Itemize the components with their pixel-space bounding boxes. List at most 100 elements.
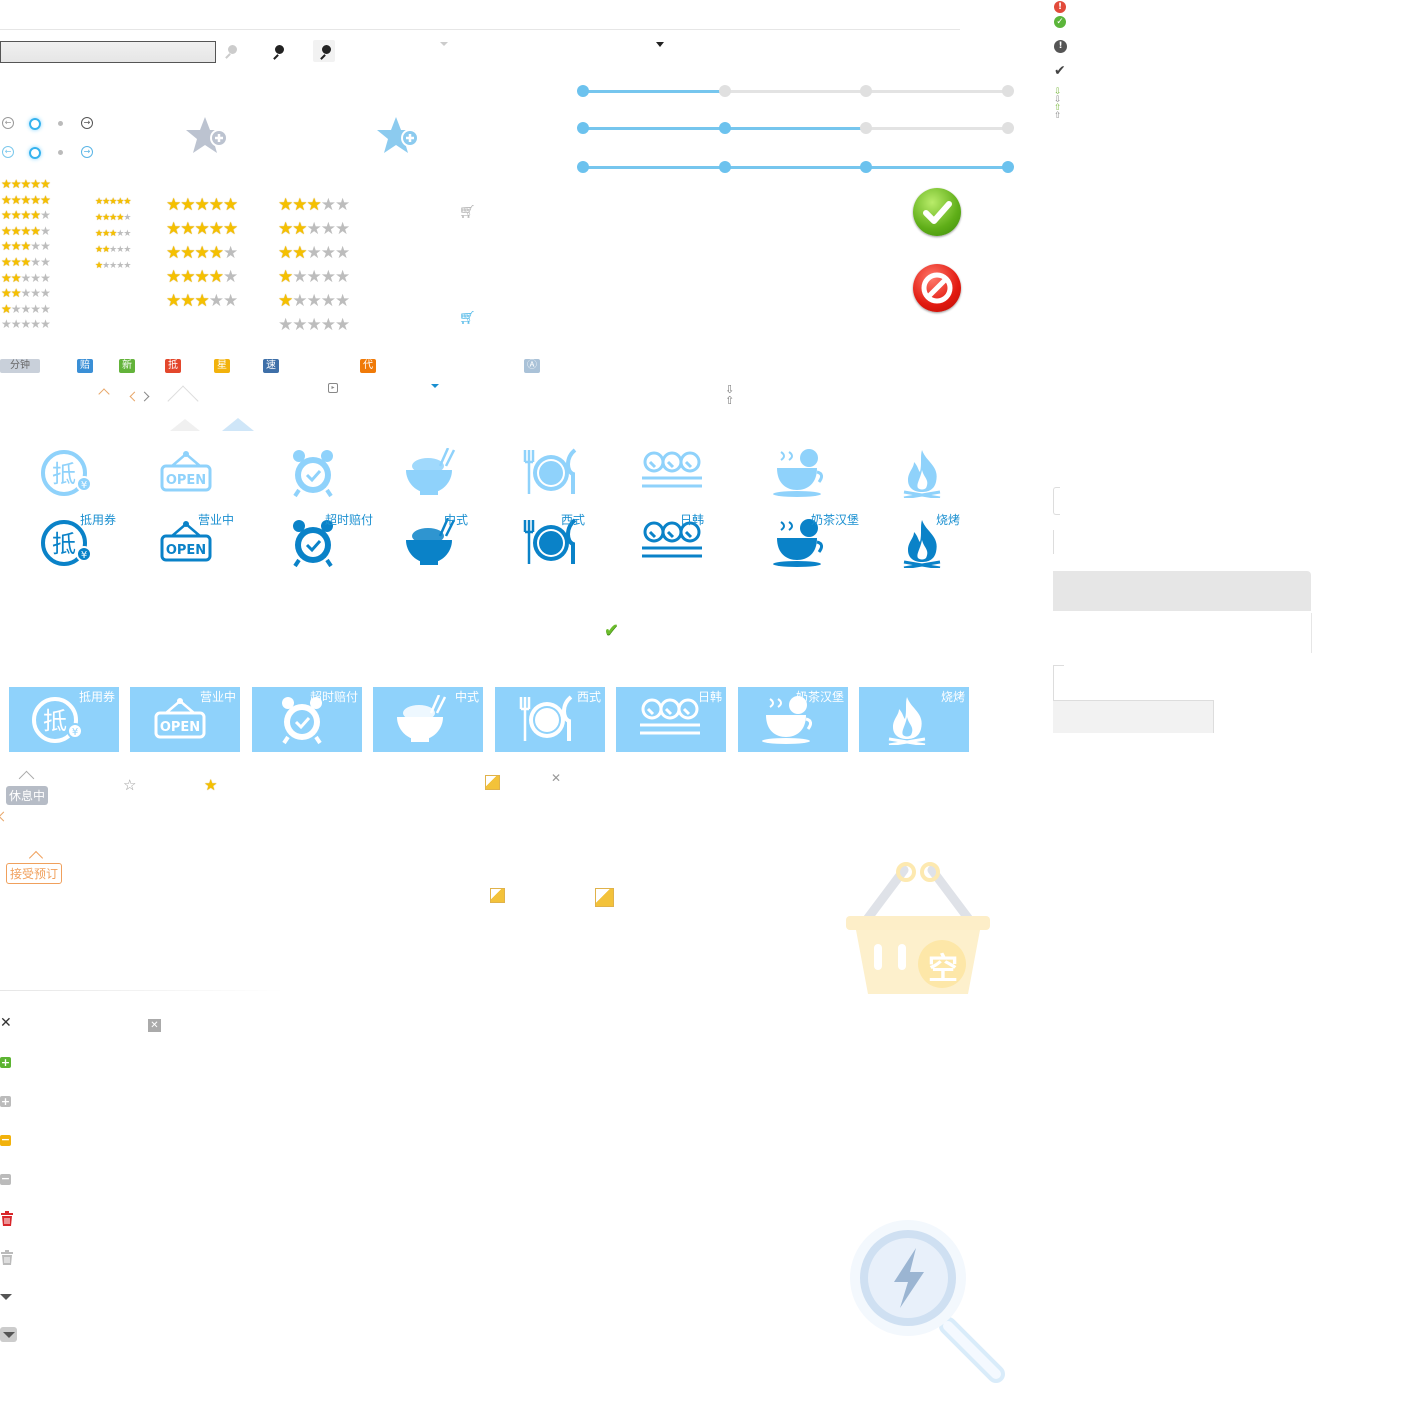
sort-arrows-icon[interactable]: ⇩ ⇩ ⇧ ⇧ <box>1054 88 1062 121</box>
star-rating: ★★★★★ <box>278 243 350 263</box>
empty-basket-icon: 空 <box>840 858 996 1003</box>
cart-icon[interactable]: 🛒︎ <box>459 205 476 220</box>
slider-step[interactable] <box>860 122 872 134</box>
proxy-tag: 代 <box>360 359 376 373</box>
add-icon[interactable]: + <box>0 1096 11 1107</box>
chevron-left-icon[interactable] <box>129 391 140 402</box>
star-icon: ★ <box>320 243 336 263</box>
chevron-left-icon[interactable] <box>0 811 9 822</box>
add-favorite-icon[interactable] <box>376 114 422 163</box>
category-tile[interactable]: 超时赔付 <box>252 687 362 752</box>
star-icon: ★ <box>30 286 41 301</box>
arrow-right-icon[interactable]: → <box>81 146 93 158</box>
category-tile[interactable]: 西式 <box>495 687 605 752</box>
favorite-icon[interactable]: ☆ <box>123 776 136 794</box>
star-icon: ★ <box>320 267 336 287</box>
star-icon: ★ <box>30 270 41 285</box>
chevron-right-icon[interactable] <box>139 391 150 402</box>
note-icon[interactable] <box>595 888 614 907</box>
svg-text:¥: ¥ <box>81 550 87 561</box>
input-box[interactable] <box>1053 700 1214 733</box>
star-icon: ★ <box>180 243 195 263</box>
slider-step[interactable] <box>719 85 731 97</box>
add-icon[interactable]: + <box>0 1057 11 1068</box>
dropdown-arrow-icon[interactable] <box>431 384 439 388</box>
chevron-up-icon[interactable] <box>98 388 110 400</box>
category-tile[interactable]: 营业中 OPEN <box>130 687 240 752</box>
star-icon: ★ <box>1 301 12 316</box>
star-icon: ★ <box>20 301 32 316</box>
star-icon: ★ <box>20 286 32 301</box>
star-rating: ★★★★★ <box>1 317 51 332</box>
star-icon: ★ <box>10 208 22 223</box>
select-box[interactable] <box>1053 665 1064 701</box>
slider-step[interactable] <box>1002 85 1014 97</box>
add-favorite-icon[interactable] <box>185 114 231 163</box>
star-icon: ★ <box>10 317 22 332</box>
search-button[interactable] <box>313 40 335 62</box>
slider-step[interactable] <box>719 161 731 173</box>
play-icon[interactable]: ▸ <box>328 383 338 393</box>
star-icon: ★ <box>1 239 12 254</box>
star-icon: ★ <box>166 195 181 215</box>
search-icon <box>322 45 331 54</box>
close-icon[interactable]: ✕ <box>551 771 561 785</box>
slider-step[interactable] <box>719 122 731 134</box>
arrow-left-icon[interactable]: ← <box>2 117 14 129</box>
category-tile[interactable]: 烧烤 <box>859 687 969 752</box>
category-tile[interactable]: 抵用券 ¥ 抵 <box>9 687 119 752</box>
star-rating: ★★★★★ <box>166 221 238 238</box>
input-edge[interactable] <box>1053 530 1058 554</box>
star-rating: ★★★★★ <box>95 230 131 239</box>
carousel-dot[interactable] <box>58 150 63 155</box>
category-tile[interactable]: 奶茶汉堡 <box>738 687 848 752</box>
input-edge[interactable] <box>1053 487 1060 515</box>
expand-collapse-icon[interactable]: ⇩ ⇧ <box>725 384 734 406</box>
star-icon: ★ <box>166 243 181 263</box>
svg-text:¥: ¥ <box>72 727 78 738</box>
note-icon[interactable] <box>485 775 500 790</box>
search-icon[interactable] <box>275 45 284 54</box>
carousel-dot-active[interactable] <box>29 118 41 130</box>
remove-icon[interactable]: − <box>0 1134 11 1146</box>
star-icon: ★ <box>223 243 238 263</box>
arrow-right-icon[interactable]: → <box>81 117 93 129</box>
slider-step[interactable] <box>577 122 589 134</box>
category-tile[interactable]: 中式 <box>373 687 483 752</box>
trash-icon[interactable] <box>0 1250 14 1269</box>
star-icon: ★ <box>306 243 322 263</box>
star-icon: ★ <box>335 267 350 287</box>
cart-icon[interactable]: 🛒︎ <box>459 311 476 326</box>
search-input[interactable] <box>0 41 216 63</box>
search-icon[interactable] <box>228 45 237 54</box>
caret-down-icon[interactable] <box>0 1294 12 1300</box>
slider-step[interactable] <box>1002 122 1014 134</box>
category-tile[interactable]: 日韩 <box>616 687 726 752</box>
slider-step[interactable] <box>577 161 589 173</box>
warning-icon: ! <box>1054 40 1067 53</box>
slider-step[interactable] <box>860 85 872 97</box>
dropdown-arrow-icon[interactable] <box>440 42 448 46</box>
favorite-filled-icon[interactable]: ★ <box>204 776 217 794</box>
slider-step[interactable] <box>860 161 872 173</box>
close-box-icon[interactable]: ✕ <box>148 1019 161 1032</box>
plate-cutlery-icon <box>519 695 573 741</box>
star-rating: ★★★★★ <box>95 198 131 207</box>
compensate-tag: 赔 <box>77 359 93 373</box>
vote-tag: Ⓐ <box>524 359 540 373</box>
caret-down-icon <box>3 1332 15 1338</box>
voucher-icon: ¥抵 <box>40 448 106 501</box>
trash-icon[interactable] <box>0 1211 14 1230</box>
close-icon[interactable]: ✕ <box>0 1015 12 1031</box>
dropdown-button[interactable] <box>0 1327 17 1342</box>
note-icon[interactable] <box>490 888 505 903</box>
star-icon: ★ <box>40 177 51 191</box>
remove-icon[interactable]: − <box>0 1173 11 1185</box>
slider-step[interactable] <box>577 85 589 97</box>
carousel-dot[interactable] <box>58 121 63 126</box>
dropdown-arrow-icon[interactable] <box>656 42 664 47</box>
carousel-dot-active[interactable] <box>29 147 41 159</box>
slider-step[interactable] <box>1002 161 1014 173</box>
star-icon: ★ <box>180 291 195 311</box>
arrow-left-icon[interactable]: ← <box>2 146 14 158</box>
